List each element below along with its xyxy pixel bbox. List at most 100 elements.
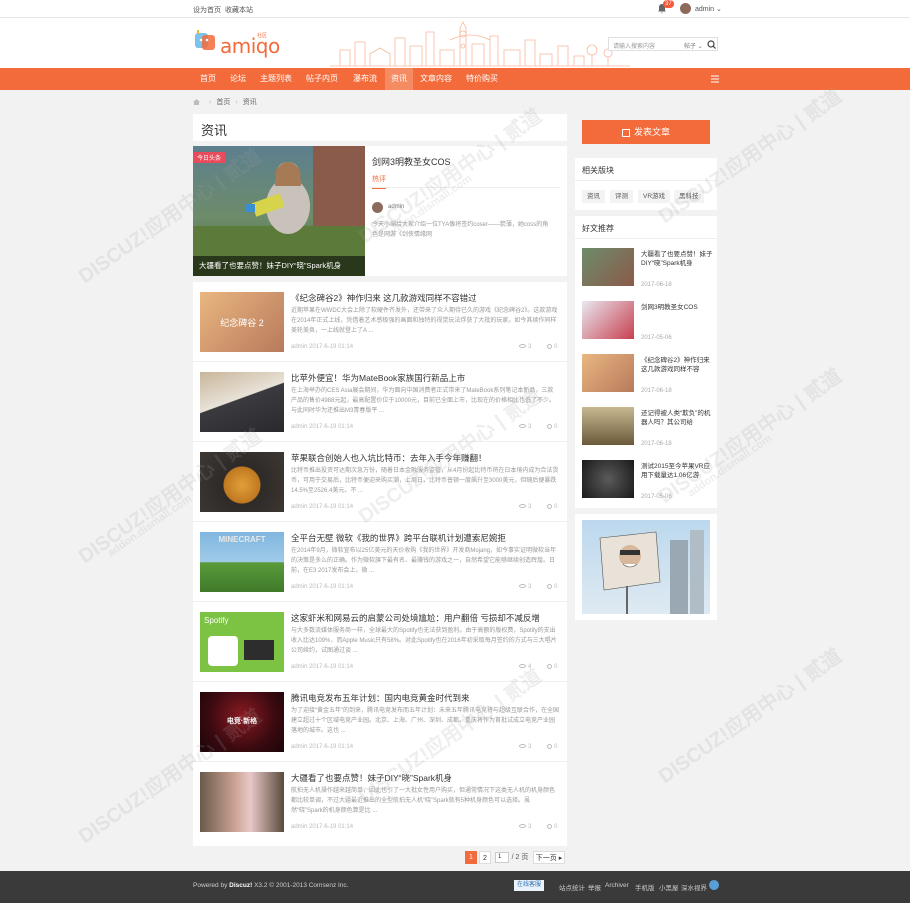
list-item[interactable]: 剑网3明教圣女COS 2017-05-06 bbox=[582, 301, 712, 341]
user-avatar[interactable] bbox=[680, 3, 691, 14]
article-summary: 在上海举办的CES Asia展会期间，华为面向中国消费者正式带来了MateBoo… bbox=[291, 388, 556, 414]
article-title[interactable]: 腾讯电竞发布五年计划：国内电竞黄金时代到来 bbox=[291, 692, 470, 704]
search-icon[interactable] bbox=[706, 39, 717, 50]
comment-icon bbox=[547, 664, 552, 669]
list-item[interactable]: Spotify 这家虾米和网易云的启蒙公司处境尴尬：用户翻倍 亏损却不减反增 与… bbox=[193, 602, 567, 682]
list-item[interactable]: 纪念碑谷 2 《纪念碑谷2》神作归来 这几款游戏同样不容错过 近期苹果在WWDC… bbox=[193, 282, 567, 362]
list-item[interactable]: 还记得被人类“欺负”的机器人吗？其公司给 2017-06-18 bbox=[582, 407, 712, 447]
user-menu[interactable]: admin ⌄ bbox=[695, 5, 722, 13]
comment-count: 0 bbox=[547, 504, 557, 510]
search-type-select[interactable]: 帖子 ⌄ bbox=[684, 41, 703, 50]
breadcrumb-home[interactable]: 首页 bbox=[216, 99, 230, 106]
nav-item-home[interactable]: 首页 bbox=[193, 68, 223, 90]
recommend-thumbnail[interactable] bbox=[582, 301, 634, 339]
recommend-item-title[interactable]: 大疆看了也要点赞！妹子DIY“晓”Spark机身 bbox=[641, 250, 713, 268]
page-jump-input[interactable]: 1 bbox=[495, 852, 509, 863]
powered-by: Powered by bbox=[193, 882, 228, 889]
related-chip-review[interactable]: 评测 bbox=[610, 190, 633, 203]
list-item[interactable]: 《纪念碑谷2》神作归来 这几款游戏同样不容 2017-06-18 bbox=[582, 354, 712, 394]
article-thumbnail[interactable] bbox=[200, 372, 284, 432]
comment-count-value: 0 bbox=[554, 344, 558, 351]
recommend-thumbnail[interactable] bbox=[582, 248, 634, 286]
breadcrumb-current[interactable]: 资讯 bbox=[243, 99, 257, 106]
footer-link-blacklist[interactable]: 小黑屋 bbox=[659, 882, 679, 892]
related-chip-tech[interactable]: 黑科技 bbox=[674, 190, 704, 203]
online-service-button[interactable]: 在线客服 bbox=[514, 880, 545, 891]
footer-brand[interactable]: Discuz! bbox=[229, 882, 252, 889]
view-count-value: 3 bbox=[528, 824, 532, 830]
nav-item-news[interactable]: 资讯 bbox=[385, 68, 413, 90]
article-title[interactable]: 这家虾米和网易云的启蒙公司处境尴尬：用户翻倍 亏损却不减反增 bbox=[291, 612, 540, 624]
article-thumbnail[interactable]: 纪念碑谷 2 bbox=[200, 292, 284, 352]
footer-link-site[interactable]: 深水视界 bbox=[681, 882, 707, 892]
copyright: Powered by Discuz! X3.2 © 2001-2013 Coms… bbox=[193, 882, 348, 889]
page-1-button[interactable]: 1 bbox=[465, 851, 477, 864]
home-icon[interactable] bbox=[193, 99, 200, 106]
related-chip-vr[interactable]: VR游戏 bbox=[638, 190, 671, 203]
nav-item-deals[interactable]: 特价购买 bbox=[459, 68, 505, 90]
set-home-link[interactable]: 设为首页 bbox=[193, 5, 221, 15]
comment-count: 0 bbox=[547, 344, 557, 350]
comment-icon bbox=[547, 744, 552, 749]
list-item[interactable]: MINECRAFT 全平台无壁 微软《我的世界》跨平台联机计划遭索尼婉拒 在20… bbox=[193, 522, 567, 602]
article-thumbnail[interactable]: MINECRAFT bbox=[200, 532, 284, 592]
article-title[interactable]: 全平台无壁 微软《我的世界》跨平台联机计划遭索尼婉拒 bbox=[291, 532, 506, 544]
recommend-thumbnail[interactable] bbox=[582, 407, 634, 445]
list-item[interactable]: 大疆看了也要点赞！妹子DIY“晓”Spark机身 航拍无人机操作越来越简单，因此… bbox=[193, 762, 567, 842]
ad-banner[interactable] bbox=[582, 520, 710, 614]
featured-title[interactable]: 剑网3明教圣女COS bbox=[372, 155, 451, 168]
recommend-item-title[interactable]: 《纪念碑谷2》神作归来 这几款游戏同样不容 bbox=[641, 356, 713, 374]
list-item[interactable]: 苹果联合创始人也入坑比特币：去年入手今年赚翻！ 比特币推出投资可达期次急万份，随… bbox=[193, 442, 567, 522]
search-box[interactable]: 请输入搜索内容 帖子 ⌄ bbox=[608, 37, 718, 51]
recommended-articles: 好文推荐 大疆看了也要点赞！妹子DIY“晓”Spark机身 2017-06-18… bbox=[575, 216, 717, 508]
featured-author[interactable]: admin bbox=[388, 204, 404, 210]
article-summary: 比特币推出投资可达期次急万份，随着日本金融服务监管，从4月份起比特币将在日本境内… bbox=[291, 468, 559, 494]
list-item[interactable]: 电竞·新格 腾讯电竞发布五年计划：国内电竞黄金时代到来 为了迎接“黄金五年”的到… bbox=[193, 682, 567, 762]
article-title[interactable]: 《纪念碑谷2》神作归来 这几款游戏同样不容错过 bbox=[291, 292, 477, 304]
nav-item-waterfall[interactable]: 瀑布流 bbox=[345, 68, 385, 90]
footer-link-archiver[interactable]: Archiver bbox=[605, 882, 629, 889]
nav-item-article[interactable]: 文章内容 bbox=[413, 68, 459, 90]
phone-illustration bbox=[208, 636, 274, 666]
article-meta: admin 2017-6-19 01:14 bbox=[291, 744, 354, 750]
logo-text[interactable]: amiqo bbox=[220, 34, 280, 58]
view-count-value: 3 bbox=[528, 344, 532, 350]
view-count: 3 bbox=[519, 344, 531, 350]
recommend-item-title[interactable]: 还记得被人类“欺负”的机器人吗？其公司给 bbox=[641, 409, 713, 427]
author-avatar[interactable] bbox=[372, 202, 383, 213]
article-thumbnail[interactable] bbox=[200, 772, 284, 832]
footer-link-mobile[interactable]: 手机版 bbox=[635, 882, 655, 892]
related-chip-news[interactable]: 资讯 bbox=[582, 190, 605, 203]
recommend-item-title[interactable]: 测试2015至今苹果VR应用下载量达1.06亿游 bbox=[641, 462, 713, 480]
nav-item-thread-page[interactable]: 帖子内页 bbox=[299, 68, 345, 90]
footer-link-report[interactable]: 举报 bbox=[588, 882, 601, 892]
list-item[interactable]: 测试2015至今苹果VR应用下载量达1.06亿游 2017-05-06 bbox=[582, 460, 712, 500]
billboard-illustration bbox=[599, 530, 704, 614]
post-article-button[interactable]: 发表文章 bbox=[582, 120, 710, 144]
list-item[interactable]: 比苹外便宜！华为MateBook家族国行新品上市 在上海举办的CES Asia展… bbox=[193, 362, 567, 442]
logo-icon[interactable] bbox=[193, 30, 218, 52]
article-meta: admin 2017-6-19 01:14 bbox=[291, 584, 354, 590]
article-title[interactable]: 苹果联合创始人也入坑比特币：去年入手今年赚翻！ bbox=[291, 452, 487, 464]
recommend-item-title[interactable]: 剑网3明教圣女COS bbox=[641, 303, 713, 312]
search-input[interactable]: 请输入搜索内容 bbox=[613, 41, 655, 50]
nav-item-forum[interactable]: 论坛 bbox=[223, 68, 253, 90]
article-thumbnail[interactable] bbox=[200, 452, 284, 512]
article-thumbnail[interactable]: 电竞·新格 bbox=[200, 692, 284, 752]
featured-caption[interactable]: 大疆看了也要点赞！妹子DIY“晓”Spark机身 bbox=[193, 256, 365, 276]
list-item[interactable]: 大疆看了也要点赞！妹子DIY“晓”Spark机身 2017-06-18 bbox=[582, 248, 713, 288]
featured-image[interactable]: 今日头条 大疆看了也要点赞！妹子DIY“晓”Spark机身 bbox=[193, 146, 365, 276]
watermark-sub: addon.dismall.com bbox=[105, 492, 195, 560]
recommend-thumbnail[interactable] bbox=[582, 354, 634, 392]
footer-link-stats[interactable]: 站点统计 bbox=[559, 882, 585, 892]
menu-icon[interactable] bbox=[711, 75, 719, 83]
favorite-link[interactable]: 收藏本站 bbox=[225, 5, 253, 15]
page-2-button[interactable]: 2 bbox=[479, 851, 491, 864]
article-title[interactable]: 大疆看了也要点赞！妹子DIY“晓”Spark机身 bbox=[291, 772, 452, 784]
nav-item-thread-list[interactable]: 主题列表 bbox=[253, 68, 299, 90]
article-meta: admin 2017-6-19 01:14 bbox=[291, 664, 354, 670]
next-page-button[interactable]: 下一页 ▸ bbox=[533, 851, 565, 864]
article-thumbnail[interactable]: Spotify bbox=[200, 612, 284, 672]
recommend-thumbnail[interactable] bbox=[582, 460, 634, 498]
article-title[interactable]: 比苹外便宜！华为MateBook家族国行新品上市 bbox=[291, 372, 465, 384]
